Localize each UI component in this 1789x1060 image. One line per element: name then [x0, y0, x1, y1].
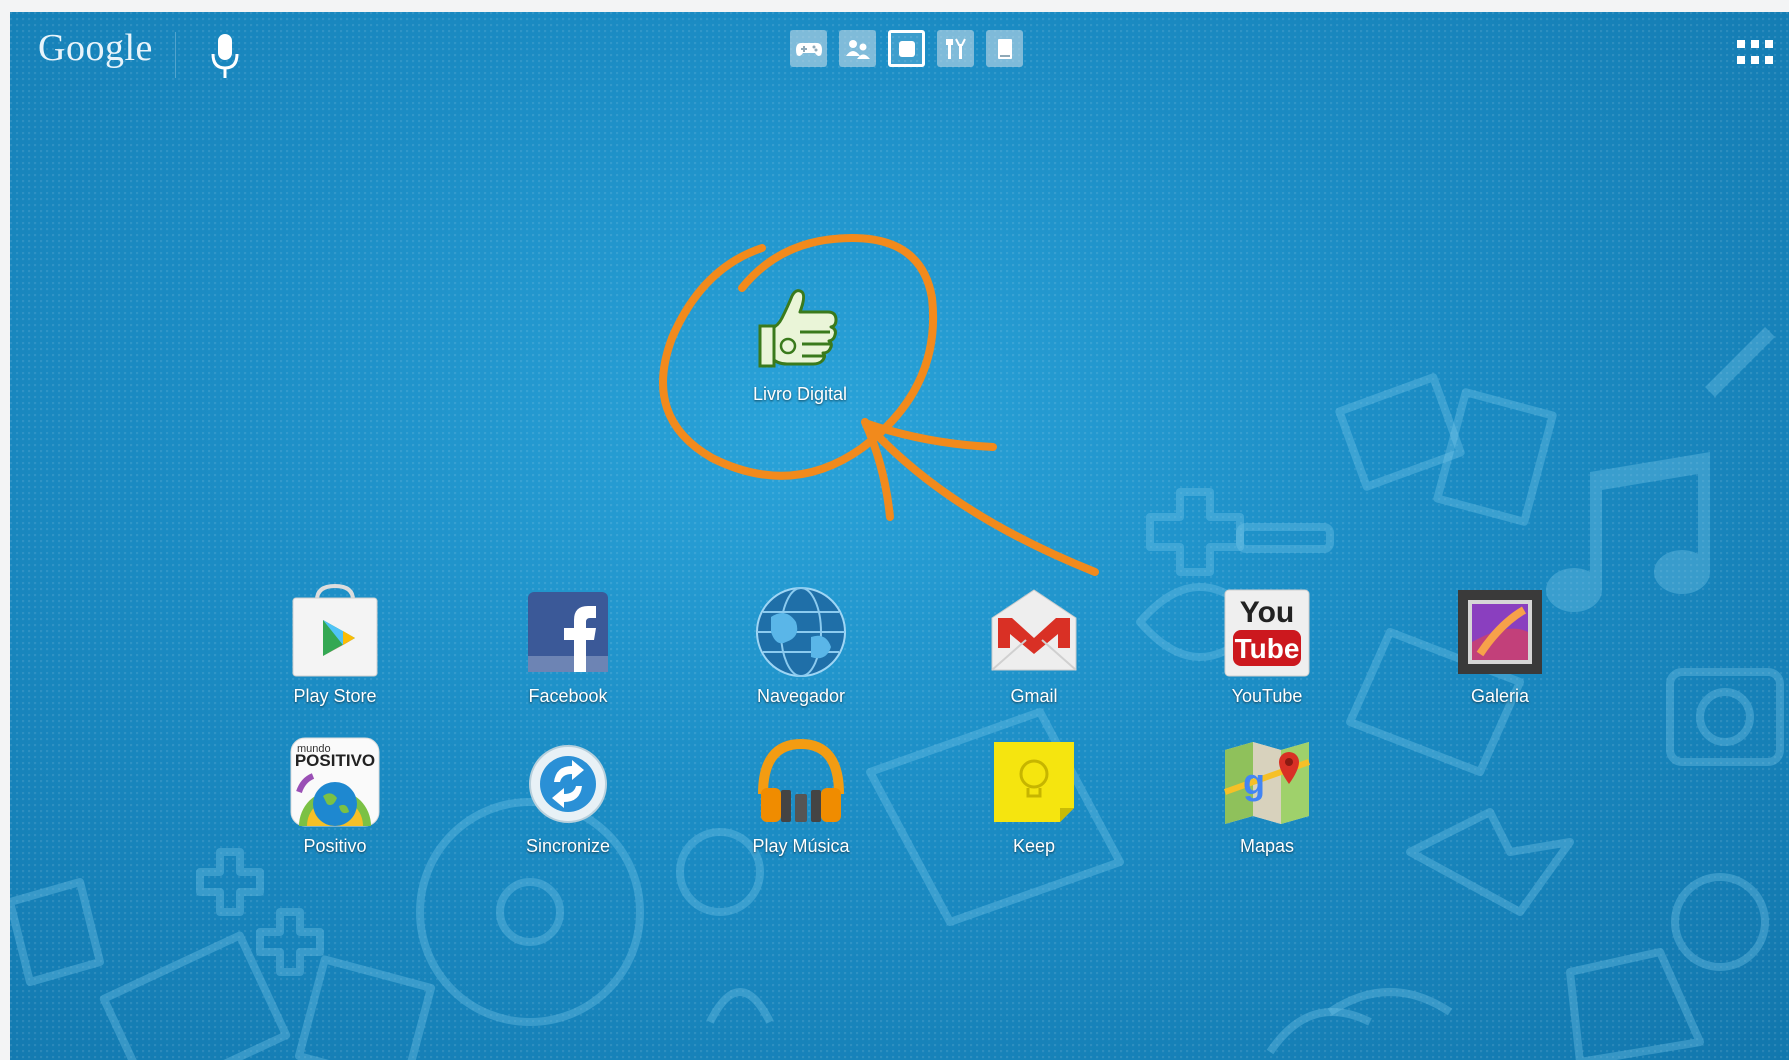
- maps-icon: g: [1223, 742, 1311, 824]
- youtube-logo-tube: Tube: [1235, 633, 1300, 664]
- home-screen: Google Livro Digital Play Store Facebook…: [10, 12, 1789, 1060]
- app-galeria[interactable]: Galeria: [1410, 582, 1590, 707]
- app-youtube[interactable]: You Tube YouTube: [1177, 582, 1357, 707]
- google-search-logo[interactable]: Google: [38, 26, 153, 70]
- gmail-icon: [991, 589, 1077, 671]
- sync-icon: [529, 745, 607, 823]
- app-keep[interactable]: Keep: [944, 732, 1124, 857]
- positivo-logo-text: POSITIVO: [295, 751, 375, 770]
- globe-icon: [756, 587, 846, 677]
- book-icon: [997, 38, 1012, 59]
- app-label: Play Store: [293, 686, 377, 706]
- positivo-icon: mundo POSITIVO: [290, 737, 380, 827]
- keep-icon: [994, 742, 1074, 822]
- app-livro-digital[interactable]: Livro Digital: [710, 280, 890, 405]
- app-label: YouTube: [1231, 686, 1303, 706]
- youtube-logo-you: You: [1240, 596, 1294, 629]
- app-play-store[interactable]: Play Store: [245, 582, 425, 707]
- tab-people[interactable]: [839, 30, 876, 67]
- facebook-icon: [528, 592, 608, 672]
- svg-text:g: g: [1243, 761, 1265, 802]
- app-label: Positivo: [303, 836, 367, 856]
- tab-home[interactable]: [888, 30, 925, 67]
- youtube-icon: You Tube: [1224, 589, 1310, 677]
- app-navegador[interactable]: Navegador: [711, 582, 891, 707]
- tab-tools[interactable]: [937, 30, 974, 67]
- category-tabs: [790, 30, 1023, 67]
- microphone-icon[interactable]: [210, 32, 240, 82]
- app-label: Galeria: [1470, 686, 1530, 706]
- tab-games[interactable]: [790, 30, 827, 67]
- tab-books[interactable]: [986, 30, 1023, 67]
- app-label: Mapas: [1239, 836, 1295, 856]
- app-gmail[interactable]: Gmail: [944, 582, 1124, 707]
- app-label: Facebook: [528, 686, 608, 706]
- thumbs-up-icon: [758, 289, 838, 368]
- headphones-icon: [758, 738, 844, 822]
- app-mapas[interactable]: g Mapas: [1177, 732, 1357, 857]
- app-label: Navegador: [756, 686, 846, 706]
- home-square-icon: [898, 40, 915, 57]
- gamepad-icon: [795, 42, 822, 56]
- people-icon: [845, 39, 870, 59]
- app-play-musica[interactable]: Play Música: [711, 732, 891, 857]
- top-bar: Google: [10, 12, 1789, 92]
- app-sincronize[interactable]: Sincronize: [478, 732, 658, 857]
- app-facebook[interactable]: Facebook: [478, 582, 658, 707]
- app-label: Livro Digital: [752, 384, 848, 404]
- play-store-icon: [292, 583, 378, 677]
- app-label: Sincronize: [525, 836, 611, 856]
- divider: [175, 32, 176, 78]
- wallpaper-doodles: [10, 327, 1784, 1060]
- gallery-icon: [1458, 590, 1542, 674]
- app-label: Gmail: [1010, 686, 1058, 706]
- all-apps-grid-icon[interactable]: [1735, 38, 1775, 70]
- app-label: Play Música: [752, 836, 850, 856]
- tools-icon: [945, 38, 966, 59]
- app-label: Keep: [1012, 836, 1056, 856]
- app-positivo[interactable]: mundo POSITIVO Positivo: [245, 732, 425, 857]
